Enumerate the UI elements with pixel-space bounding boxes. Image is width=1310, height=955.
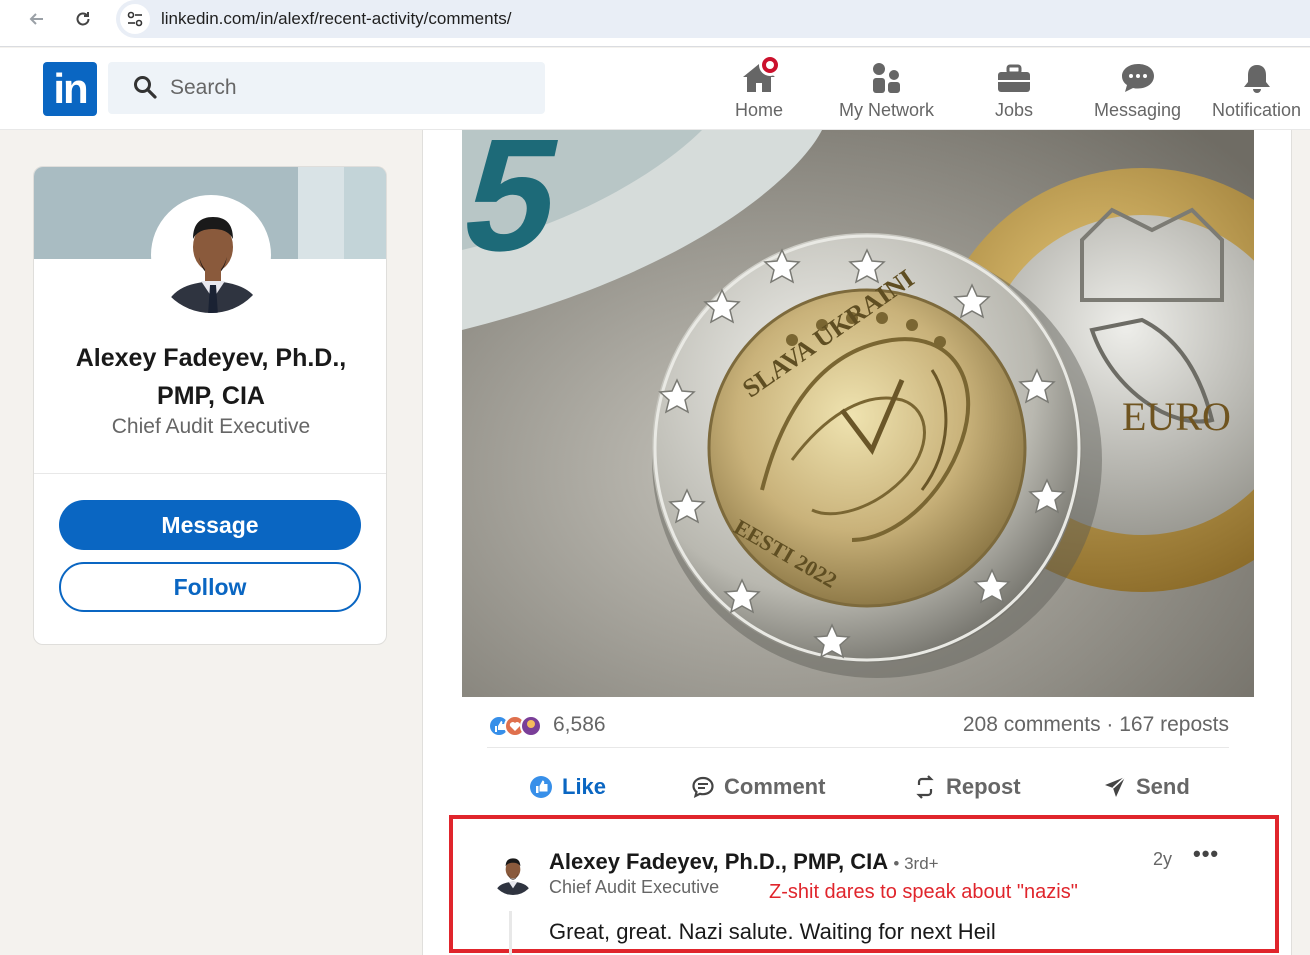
repost-label: Repost	[946, 774, 1021, 799]
profile-headline: Chief Audit Executive	[111, 415, 311, 438]
second-coin-text: EURO	[1122, 394, 1231, 439]
red-annotation: Z-shit dares to speak about "nazis"	[769, 881, 1078, 903]
post-actions: Like Comment Repost Send	[462, 764, 1254, 808]
browser-toolbar: linkedin.com/in/alexf/recent-activity/co…	[0, 0, 1310, 47]
send-button[interactable]: Send	[1102, 772, 1190, 802]
more-options-icon[interactable]: •••	[1193, 841, 1221, 869]
repost-button[interactable]: Repost	[912, 772, 1021, 802]
nav-label-home: Home	[735, 100, 784, 120]
back-arrow-icon[interactable]	[22, 6, 52, 32]
site-settings-icon[interactable]	[120, 4, 150, 34]
network-icon	[867, 56, 907, 94]
comment-author-headline: Chief Audit Executive	[549, 877, 720, 897]
reaction-icons[interactable]	[487, 714, 547, 738]
messaging-icon	[1118, 56, 1158, 94]
comment-thread-line	[509, 911, 512, 955]
reload-icon[interactable]	[68, 6, 98, 32]
like-button[interactable]: Like	[528, 772, 606, 802]
url-text[interactable]: linkedin.com/in/alexf/recent-activity/co…	[161, 9, 512, 29]
comment-icon	[690, 774, 716, 800]
home-icon	[739, 54, 781, 94]
comment-author-name[interactable]: Alexey Fadeyev, Ph.D., PMP, CIA	[549, 849, 887, 874]
linkedin-header: in Home My Network Jobs Messaging Notifi…	[0, 48, 1310, 130]
profile-name[interactable]: Alexey Fadeyev, Ph.D., PMP, CIA	[54, 339, 368, 415]
reaction-count[interactable]: 6,586	[553, 713, 606, 737]
comments-reposts-count[interactable]: 208 comments · 167 reposts	[963, 713, 1229, 737]
repost-icon	[912, 774, 938, 800]
linkedin-logo[interactable]: in	[43, 62, 97, 116]
nav-my-network[interactable]: My Network	[839, 56, 934, 124]
nav-messaging[interactable]: Messaging	[1094, 56, 1181, 124]
follow-button[interactable]: Follow	[59, 562, 361, 612]
like-icon	[528, 774, 554, 800]
divider	[34, 473, 386, 474]
highlighted-comment: Alexey Fadeyev, Ph.D., PMP, CIA • 3rd+ C…	[449, 815, 1279, 955]
nav-label-my-network: My Network	[839, 100, 935, 120]
comment-button[interactable]: Comment	[690, 772, 825, 802]
comment-text: Great, great. Nazi salute. Waiting for n…	[549, 919, 996, 944]
search-icon	[134, 76, 157, 99]
message-button[interactable]: Message	[59, 500, 361, 550]
send-icon	[1102, 774, 1128, 800]
nav-notifications[interactable]: Notification	[1212, 56, 1301, 124]
bell-icon	[1237, 56, 1277, 94]
notification-badge	[759, 54, 781, 76]
comment-avatar[interactable]	[491, 851, 535, 895]
post-image[interactable]: 5 EURO SLAVA UKRAINI EESTI 2022	[462, 130, 1254, 697]
search-box[interactable]	[108, 62, 545, 114]
nav-label-messaging: Messaging	[1094, 100, 1182, 120]
coins-photo: 5 EURO SLAVA UKRAINI EESTI 2022	[462, 130, 1254, 697]
comment-author[interactable]: Alexey Fadeyev, Ph.D., PMP, CIA • 3rd+	[549, 849, 939, 875]
comment-label: Comment	[724, 774, 826, 799]
address-bar[interactable]: linkedin.com/in/alexf/recent-activity/co…	[116, 0, 1310, 38]
nav-home[interactable]: Home	[735, 54, 784, 124]
like-label: Like	[562, 774, 607, 799]
send-label: Send	[1136, 774, 1190, 799]
briefcase-icon	[994, 56, 1034, 94]
nav-label-jobs: Jobs	[994, 100, 1034, 120]
connection-degree: • 3rd+	[893, 854, 939, 873]
post-social-counts: 6,586 208 comments · 167 reposts	[487, 708, 1229, 748]
nav-jobs[interactable]: Jobs	[994, 56, 1034, 124]
profile-card: Alexey Fadeyev, Ph.D., PMP, CIA Chief Au…	[33, 166, 387, 645]
nav-label-notifications: Notification	[1212, 100, 1302, 120]
search-input[interactable]	[170, 72, 530, 104]
comment-timestamp: 2y	[1153, 849, 1173, 869]
profile-avatar[interactable]	[151, 195, 271, 315]
